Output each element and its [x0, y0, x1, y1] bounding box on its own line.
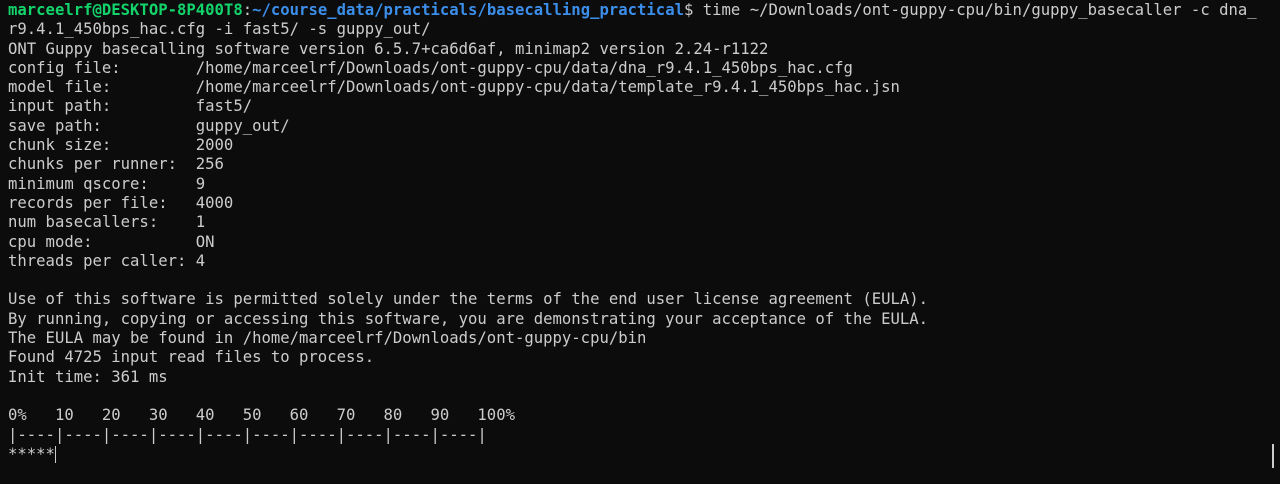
progress-line: *****	[8, 445, 1272, 464]
eula-line: By running, copying or accessing this so…	[8, 309, 929, 328]
config-line: cpu mode: ON	[8, 232, 215, 251]
config-block: config file: /home/marceelrf/Downloads/o…	[8, 59, 1272, 271]
found-files-line: Found 4725 input read files to process.	[8, 348, 375, 367]
config-line: threads per caller: 4	[8, 251, 206, 270]
config-line: save path: guppy_out/	[8, 116, 290, 135]
eula-block: Use of this software is permitted solely…	[8, 290, 1272, 348]
terminal-window[interactable]: marceelrf@DESKTOP-8P400T8:~/course_data/…	[0, 0, 1280, 484]
prompt-separator: :	[242, 1, 253, 19]
config-line: minimum qscore: 9	[8, 174, 206, 193]
eula-line: Use of this software is permitted solely…	[8, 290, 929, 309]
config-line: chunks per runner: 256	[8, 155, 224, 174]
config-line: records per file: 4000	[8, 193, 234, 212]
scrollbar-thumb[interactable]	[1272, 444, 1274, 468]
config-line: model file: /home/marceelrf/Downloads/on…	[8, 78, 900, 97]
progress-ruler: |----|----|----|----|----|----|----|----…	[8, 425, 487, 444]
progress-stars: *****	[8, 444, 55, 463]
eula-line: The EULA may be found in /home/marceelrf…	[8, 329, 647, 348]
command-continuation: r9.4.1_450bps_hac.cfg -i fast5/ -s guppy…	[8, 20, 431, 39]
text-cursor	[54, 445, 56, 463]
prompt-cwd: ~/course_data/practicals/basecalling_pra…	[252, 1, 684, 19]
config-line: input path: fast5/	[8, 97, 253, 116]
config-line: chunk size: 2000	[8, 136, 234, 155]
version-line: ONT Guppy basecalling software version 6…	[8, 39, 769, 58]
command-text: time ~/Downloads/ont-guppy-cpu/bin/guppy…	[693, 1, 1257, 19]
config-line: num basecallers: 1	[8, 213, 206, 232]
config-line: config file: /home/marceelrf/Downloads/o…	[8, 58, 853, 77]
prompt-symbol: $	[683, 1, 694, 19]
prompt-user-host: marceelrf@DESKTOP-8P400T8	[8, 1, 243, 19]
progress-indicator: 0% 10 20 30 40 50 60 70 80 90 100% |----…	[8, 406, 1272, 464]
init-time-line: Init time: 361 ms	[8, 367, 168, 386]
prompt-line: marceelrf@DESKTOP-8P400T8:~/course_data/…	[8, 1, 1272, 20]
progress-scale: 0% 10 20 30 40 50 60 70 80 90 100%	[8, 406, 515, 425]
